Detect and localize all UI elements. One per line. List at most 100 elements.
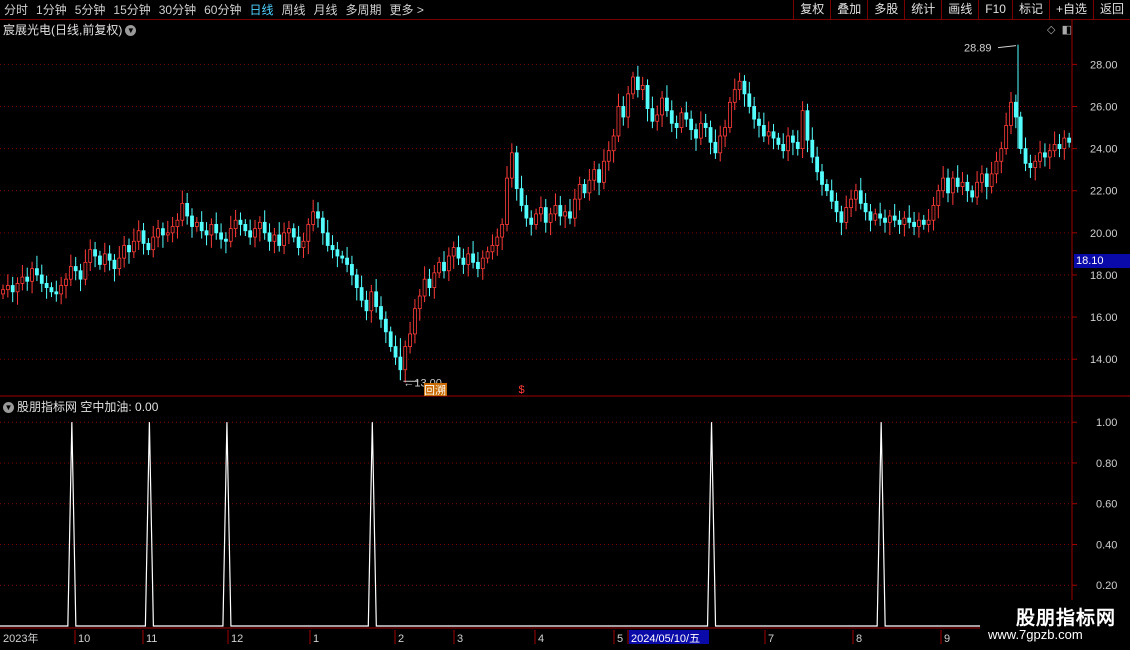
candle-body [59,285,64,295]
candle-body [820,171,824,185]
candle-body [93,249,97,257]
date-label: 2024/05/10/五 [631,633,700,645]
candle-body [776,137,781,145]
candle-body [863,202,868,213]
candle-body [64,278,68,286]
candle-body [471,253,475,263]
candle-body [476,261,480,270]
indicator-tick-label: 0.60 [1096,499,1117,511]
candle-body [795,141,800,150]
date-label: 4 [538,633,544,645]
candle-body [694,129,698,139]
candle-body [907,217,912,223]
indicator-tick-label: 1.00 [1096,417,1117,429]
candle-body [136,230,141,242]
candle-body [698,122,703,139]
candle-body [902,217,907,225]
candle-body [655,114,660,122]
candle-body [543,207,548,223]
date-label: 1 [313,633,319,645]
current-price-tag: 18.10 [1074,254,1130,268]
candle-body [606,150,611,162]
candle-body [747,93,752,107]
indicator-value: 空中加油: 0.00 [80,400,159,414]
candle-body [500,224,505,238]
candle-body [161,228,165,236]
candle-body [766,131,771,137]
candle-body [931,205,936,221]
candle-body [1013,101,1018,118]
price-chart[interactable]: 14.00 16.00 18.00 20.00 22.00 24.00 26.00 28.00… [0,0,1130,650]
candle-body [955,177,960,187]
candle-body [849,198,853,208]
candle-body [413,308,417,335]
candle-body [228,228,233,242]
candle-body [897,219,902,225]
candle-body [791,135,795,143]
candle-body [626,93,631,118]
candle-body [495,236,500,246]
candle-body [190,215,194,227]
watermark-url: www.7gpzb.com [988,627,1083,642]
candle-body [107,253,112,261]
chevron-down-icon[interactable]: ▼ [3,402,14,414]
candle-body [781,143,786,152]
candle-body [732,89,737,103]
candle-body [999,148,1004,162]
candle-body [466,253,471,265]
candle-body [20,276,25,284]
candle-body [49,287,54,293]
candle-body [917,219,921,227]
watermark-title: 股朋指标网 [1016,608,1117,629]
date-label: 12 [231,633,243,645]
candle-body [975,181,979,198]
signal-mark: $ [519,384,525,396]
candle-body [1038,152,1042,162]
high-label: 28.89 [964,43,992,55]
candle-body [25,276,30,282]
candle-body [718,135,723,154]
candle-body [204,230,209,236]
candle-body [199,221,204,232]
candle-body [650,108,655,122]
candle-body [73,266,78,272]
candle-body [282,232,286,246]
candle-body [238,219,243,225]
candle-body [883,217,887,223]
candle-body [970,190,975,198]
candle-body [102,253,107,265]
candle-body [461,257,466,265]
candle-body [539,207,543,215]
candle-body [529,217,534,225]
candle-body [684,112,689,120]
candle-body [141,230,146,244]
candle-body [422,278,427,297]
candle-body [1067,137,1072,143]
candle-body [524,205,529,219]
candle-body [713,141,718,154]
price-tick-label: 28.00 [1090,59,1118,71]
candle-body [427,278,432,289]
low-badge-text: 回溯 [424,384,446,397]
candle-body [984,173,989,187]
candle-body [703,122,708,128]
candle-body [35,268,39,276]
candle-body [616,106,621,137]
candle-body [291,228,296,238]
candle-body [873,213,878,221]
candle-body [761,125,766,137]
candle-body [965,181,970,192]
candle-body [1023,148,1028,164]
candle-body [805,110,810,141]
candle-body [597,169,601,183]
candle-body [437,261,442,274]
candle-body [185,202,190,217]
price-tick-label: 22.00 [1090,186,1118,198]
date-label: 5 [617,633,623,645]
candle-body [350,264,354,276]
indicator-tick-label: 0.80 [1096,458,1117,470]
candle-body [621,106,626,118]
candle-body [563,211,568,217]
candle-body [78,270,83,280]
candle-body [878,213,883,219]
